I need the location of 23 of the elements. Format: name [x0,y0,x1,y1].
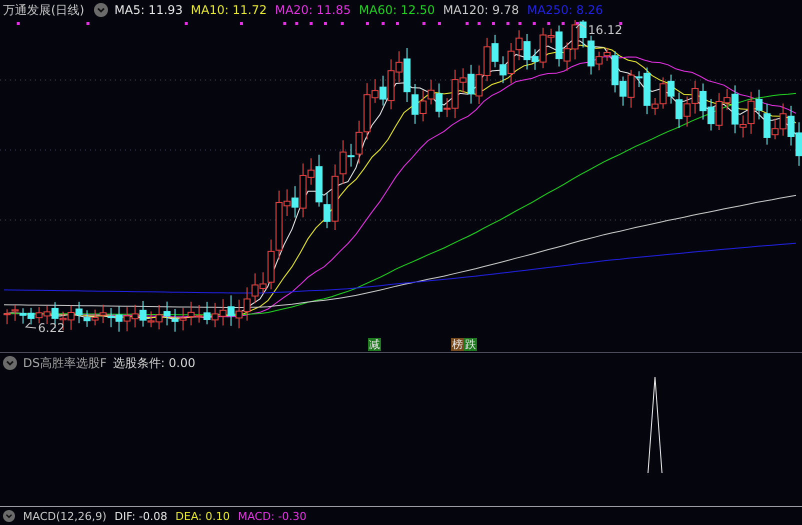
macd-legend-item: DIF: -0.08 [114,510,168,522]
ma-legend-item: MA20: 11.85 [274,3,351,17]
indicator-value: 选股条件: 0.00 [112,354,196,372]
ma-legend-item: MA250: 8.26 [526,3,604,17]
ma-legend-item: MA60: 12.50 [358,3,435,17]
signal-tag: 减 [368,338,381,351]
low-price-label: 6.22 [38,321,65,335]
high-pointer-icon [576,23,586,28]
high-price-label: 16.12 [588,23,622,37]
ma-legend-item: MA10: 11.72 [190,3,267,17]
low-pointer-icon [24,322,36,328]
ma-legend-item: MA5: 11.93 [114,3,183,17]
chevron-icon[interactable] [3,356,17,370]
stock-title: 万通发展(日线) [3,2,84,18]
signal-tag: 跌 [464,338,477,351]
signal-tag: 榜 [451,338,464,351]
ma-legend-item: MA120: 9.78 [442,3,519,17]
macd-legend-item: DEA: 0.10 [175,510,230,522]
macd-legend-item: MACD(12,26,9) [23,510,107,522]
chevron-icon[interactable] [94,3,108,17]
indicator-name: DS高胜率选股F [23,354,107,372]
chevron-icon[interactable] [3,510,15,522]
macd-legend-item: MACD: -0.30 [238,510,306,522]
